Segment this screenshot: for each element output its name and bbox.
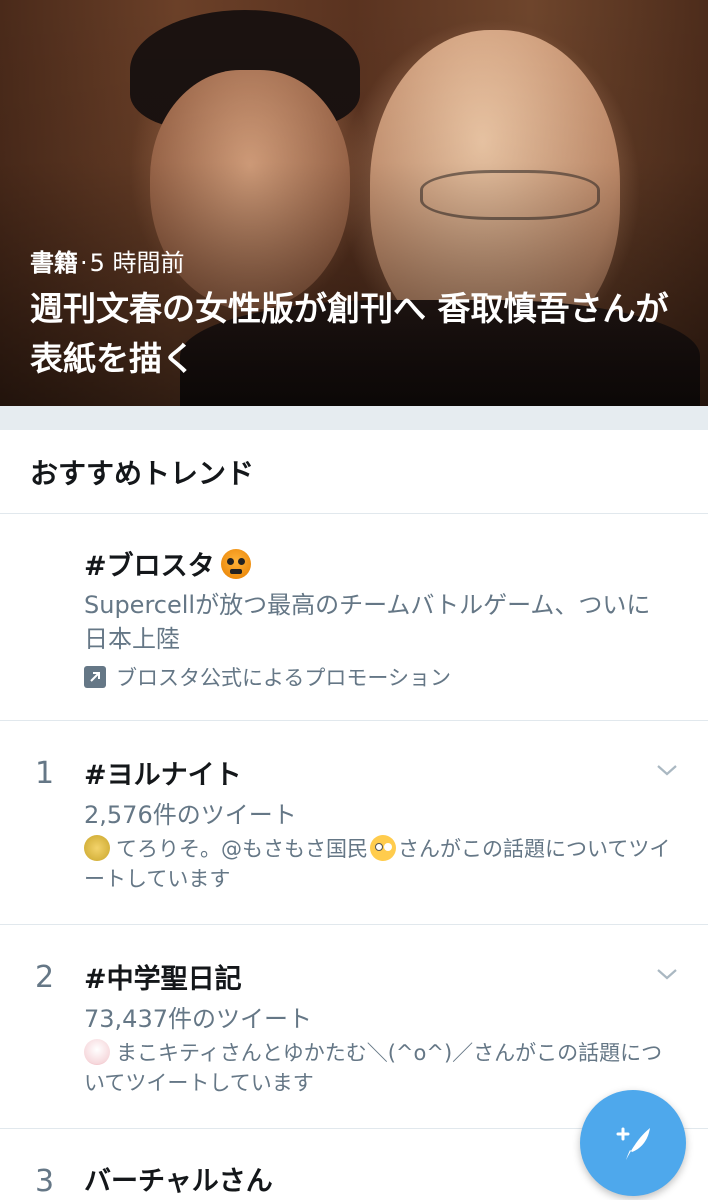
trend-context: てろりそ。@もさもさ国民 さんがこの話題についてツイートしています bbox=[84, 834, 674, 894]
hero-title[interactable]: 週刊文春の女性版が創刊へ 香取慎吾さんが表紙を描く bbox=[30, 284, 680, 384]
trend-context: まこキティさんとゆかたむ＼(^o^)／さんがこの話題についてツイートしています bbox=[84, 1038, 674, 1098]
hero-news-card[interactable]: 書籍 · 5 時間前 週刊文春の女性版が創刊へ 香取慎吾さんが表紙を描く bbox=[0, 0, 708, 406]
eye-roll-emoji-icon bbox=[370, 835, 396, 861]
promoted-trend[interactable]: #ブロスタ Supercellが放つ最高のチームバトルゲーム、ついに日本上陸 ブ… bbox=[0, 514, 708, 721]
promoted-description: Supercellが放つ最高のチームバトルゲーム、ついに日本上陸 bbox=[84, 591, 651, 653]
skull-emoji-icon bbox=[220, 548, 251, 579]
trend-item[interactable]: 1 #ヨルナイト 2,576件のツイート てろりそ。@もさもさ国民 さんがこの話題… bbox=[0, 721, 708, 925]
trend-context-text: てろりそ。@もさもさ国民 bbox=[116, 837, 368, 861]
promoted-label: ブロスタ公式によるプロモーション bbox=[84, 662, 451, 692]
trend-name[interactable]: #ヨルナイト bbox=[84, 753, 242, 792]
avatar bbox=[84, 835, 110, 861]
hero-meta: 書籍 · 5 時間前 bbox=[30, 243, 185, 278]
trend-tweet-count: 73,437件のツイート bbox=[84, 1005, 312, 1033]
trend-name[interactable]: バーチャルさん bbox=[84, 1159, 273, 1198]
hero-separator: · bbox=[80, 249, 88, 277]
promoted-by-text: ブロスタ公式によるプロモーション bbox=[116, 666, 451, 690]
promoted-arrow-icon bbox=[84, 666, 106, 688]
section-title: おすすめトレンド bbox=[30, 457, 255, 490]
chevron-down-icon[interactable] bbox=[656, 759, 678, 781]
trend-name[interactable]: #ブロスタ bbox=[84, 544, 251, 583]
section-divider bbox=[0, 406, 708, 430]
compose-tweet-button[interactable] bbox=[580, 1090, 686, 1196]
trend-tweet-count: 2,576件のツイート bbox=[84, 801, 297, 829]
compose-tweet-icon bbox=[616, 1127, 650, 1160]
trend-rank: 2 bbox=[35, 960, 55, 995]
hero-category: 書籍 bbox=[30, 249, 78, 277]
trend-rank: 3 bbox=[35, 1164, 55, 1199]
section-header: おすすめトレンド bbox=[0, 430, 708, 514]
hero-time: 5 時間前 bbox=[89, 249, 185, 277]
promoted-trend-name: #ブロスタ bbox=[84, 551, 215, 582]
chevron-down-icon[interactable] bbox=[656, 963, 678, 985]
avatar bbox=[84, 1039, 110, 1065]
trend-context-text: まこキティさんとゆかたむ＼(^o^)／さんがこの話題についてツイートしています bbox=[84, 1041, 663, 1095]
trend-rank: 1 bbox=[35, 756, 55, 791]
trend-item[interactable]: 2 #中学聖日記 73,437件のツイート まこキティさんとゆかたむ＼(^o^)… bbox=[0, 925, 708, 1129]
trend-name[interactable]: #中学聖日記 bbox=[84, 957, 242, 996]
